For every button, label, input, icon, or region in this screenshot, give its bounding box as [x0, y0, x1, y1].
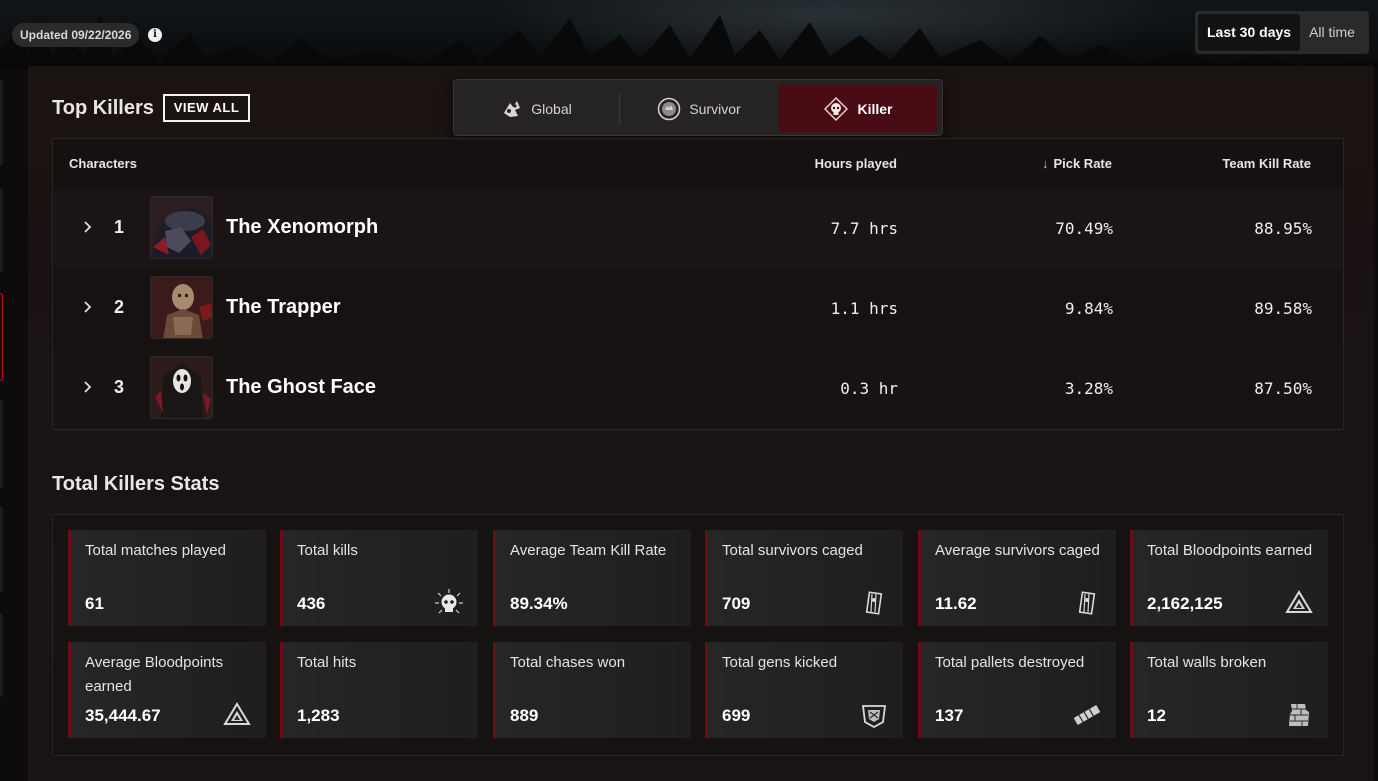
stat-card-matches-played: Total matches played 61 [68, 530, 266, 626]
rank: 3 [114, 377, 125, 397]
hours-played: 7.7 hrs [830, 219, 898, 238]
stat-value: 12 [1147, 706, 1166, 725]
generator-kick-icon [861, 705, 887, 729]
killer-portrait-xenomorph [150, 196, 213, 259]
col-hours-played[interactable]: Hours played [815, 156, 897, 171]
killer-portrait-trapper [150, 276, 213, 339]
sort-down-arrow-icon: ↓ [1041, 156, 1049, 171]
table-row[interactable]: 1 The Xenomorph 7.7 hrs 70.49% 88.95% [54, 189, 1343, 269]
grass-decoration [0, 15, 1378, 70]
col-pick-rate-label: Pick Rate [1053, 156, 1112, 171]
hours-played: 0.3 hr [840, 379, 898, 398]
pick-rate: 9.84% [1064, 299, 1113, 318]
stat-label: Total gens kicked [722, 654, 838, 671]
mode-tabs: Global Survivor Killer [453, 79, 943, 136]
stat-card-walls-broken: Total walls broken 12 [1130, 642, 1328, 738]
bloodpoints-icon [223, 702, 251, 725]
stat-value: 889 [510, 706, 539, 725]
stat-value: 137 [935, 706, 964, 725]
stat-label: Average Team Kill Rate [510, 542, 667, 559]
time-range-toggle[interactable]: Last 30 days All time [1195, 11, 1369, 54]
killer-portrait-ghost-face [150, 356, 213, 419]
total-killers-stats-title: Total Killers Stats [52, 473, 220, 495]
stat-value: 709 [722, 594, 751, 613]
stat-label: Total matches played [85, 542, 226, 559]
view-all-button[interactable]: VIEW ALL [163, 94, 250, 122]
stat-card-pallets-destroyed: Total pallets destroyed 137 [918, 642, 1116, 738]
range-all-time[interactable]: All time [1300, 14, 1364, 51]
top-killers-table: Characters Hours played ↓ Pick Rate Team … [52, 138, 1344, 430]
chevron-right-icon[interactable] [82, 220, 94, 234]
tab-killer[interactable]: Killer [779, 85, 937, 132]
stat-label: Average survivors caged [935, 542, 1100, 559]
team-kill-rate: 88.95% [1254, 219, 1312, 238]
hours-played: 1.1 hrs [830, 299, 898, 318]
stat-value: 89.34% [510, 594, 568, 613]
team-kill-rate: 89.58% [1254, 299, 1312, 318]
top-banner: Updated 09/22/2026 i Last 30 days All ti… [0, 0, 1378, 70]
breakable-wall-icon [1289, 704, 1309, 726]
rank: 2 [114, 297, 125, 317]
col-characters[interactable]: Characters [69, 156, 137, 171]
survivor-mode-icon [658, 97, 681, 120]
killer-skull-icon [824, 96, 849, 121]
table-row[interactable]: 2 The Trapper 1.1 hrs 9.84% 89.58% [54, 269, 1343, 349]
left-rail [0, 78, 4, 698]
tab-survivor[interactable]: Survivor [624, 85, 774, 132]
stat-label: Total hits [297, 654, 357, 671]
stat-card-bloodpoints-earned: Total Bloodpoints earned 2,162,125 [1130, 530, 1328, 626]
stat-label: Total survivors caged [722, 542, 863, 559]
stat-card-total-kills: Total kills 436 [280, 530, 478, 626]
col-team-kill-rate[interactable]: Team Kill Rate [1222, 156, 1311, 171]
stat-value: 2,162,125 [1147, 594, 1223, 613]
stat-value: 1,283 [297, 706, 340, 725]
stats-panel: Total matches played 61 Total kills 436 … [52, 514, 1344, 756]
pick-rate: 70.49% [1055, 219, 1113, 238]
stat-label: Total pallets destroyed [935, 654, 1085, 671]
stat-value: 436 [297, 594, 326, 613]
range-last-30-days[interactable]: Last 30 days [1198, 14, 1301, 51]
stat-card-gens-kicked: Total gens kicked 699 [705, 642, 903, 738]
killer-name[interactable]: The Trapper [226, 296, 340, 319]
col-pick-rate[interactable]: ↓ Pick Rate [1042, 156, 1112, 171]
rank: 1 [114, 217, 125, 237]
stat-label: Average Bloodpoints earned [85, 654, 224, 695]
updated-badge: Updated 09/22/2026 [12, 23, 140, 47]
stat-value: 699 [722, 706, 751, 725]
killer-name[interactable]: The Ghost Face [226, 376, 376, 399]
table-row[interactable]: 3 The Ghost Face 0.3 hr 3.28% 87.50% [54, 349, 1343, 429]
stat-label: Total Bloodpoints earned [1147, 542, 1313, 559]
stat-label: Total kills [297, 542, 358, 559]
stat-card-avg-survivors-caged: Average survivors caged 11.62 [918, 530, 1116, 626]
pick-rate: 3.28% [1064, 379, 1113, 398]
team-kill-rate: 87.50% [1254, 379, 1312, 398]
tab-global[interactable]: Global [459, 85, 614, 132]
global-mode-icon [504, 100, 521, 117]
tab-global-label: Global [531, 100, 572, 117]
skull-icon [435, 589, 463, 614]
stat-card-total-hits: Total hits 1,283 [280, 642, 478, 738]
chevron-right-icon[interactable] [82, 380, 94, 394]
tab-survivor-label: Survivor [689, 100, 741, 117]
stat-value: 61 [85, 594, 104, 613]
stat-value: 11.62 [935, 594, 977, 613]
chevron-right-icon[interactable] [82, 300, 94, 314]
pallet-icon [1073, 705, 1101, 725]
stat-value: 35,444.67 [85, 706, 161, 725]
cage-icon [865, 591, 883, 615]
bloodpoints-icon [1285, 590, 1313, 613]
stat-label: Total chases won [510, 654, 626, 671]
stat-card-chases-won: Total chases won 889 [493, 642, 691, 738]
cage-icon [1078, 591, 1096, 615]
stat-label: Total walls broken [1147, 654, 1267, 671]
tab-killer-label: Killer [857, 100, 893, 117]
killer-name[interactable]: The Xenomorph [226, 216, 378, 239]
top-killers-title: Top Killers [52, 97, 154, 119]
stat-card-survivors-caged: Total survivors caged 709 [705, 530, 903, 626]
stat-card-avg-bloodpoints: Average Bloodpoints earned 35,444.67 [68, 642, 266, 738]
stat-card-avg-team-kill-rate: Average Team Kill Rate 89.34% [493, 530, 691, 626]
info-icon[interactable]: i [148, 28, 162, 42]
